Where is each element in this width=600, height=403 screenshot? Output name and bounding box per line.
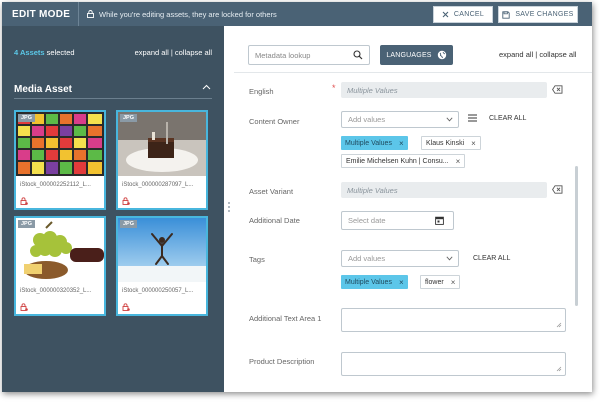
asset-thumbnail: JPG: [16, 218, 104, 282]
toolbar-divider: [234, 72, 592, 73]
asset-card[interactable]: JPG iStock_000000250057_L...: [116, 216, 208, 316]
date-placeholder: Select date: [348, 216, 386, 225]
selection-summary: 4 Assets selected: [14, 48, 75, 57]
asset-thumbnail: JPG: [16, 112, 104, 176]
lock-icon: [87, 10, 94, 18]
tags-tag: flower ×: [420, 275, 461, 289]
content-owner-tag: Klaus Kinski ×: [421, 136, 481, 150]
selection-row: 4 Assets selected expand all | collapse …: [14, 48, 212, 57]
locked-status-icon: [122, 197, 130, 205]
tags-label: Tags: [249, 255, 265, 264]
locked-status-icon: [122, 303, 130, 311]
additional-text-area[interactable]: [341, 308, 566, 332]
expand-collapse-right: expand all | collapse all: [499, 50, 576, 59]
collapse-all-link[interactable]: collapse all: [175, 48, 212, 57]
additional-date-label: Additional Date: [249, 216, 300, 225]
locked-status-icon: [20, 303, 28, 311]
save-label: SAVE CHANGES: [515, 11, 574, 18]
tag-label: Multiple Values: [345, 278, 392, 286]
file-type-badge: JPG: [120, 220, 138, 228]
content-owner-label: Content Owner: [249, 117, 300, 126]
required-marker: *: [332, 83, 336, 93]
asset-card[interactable]: JPG iStock_000000320352_L...: [14, 216, 106, 316]
collapse-all-link[interactable]: collapse all: [539, 50, 576, 59]
expand-all-link[interactable]: expand all: [499, 50, 533, 59]
selected-count: 4 Assets: [14, 48, 45, 57]
asset-thumbnail: JPG: [118, 218, 206, 282]
tags-placeholder: Add values: [348, 254, 386, 263]
asset-panel: 4 Assets selected expand all | collapse …: [2, 26, 224, 392]
remove-tag-icon[interactable]: ×: [451, 278, 456, 287]
asset-card[interactable]: JPG iStock_000000287097_L...: [116, 110, 208, 210]
content-owner-clear-all[interactable]: CLEAR ALL: [489, 115, 526, 122]
english-label: English: [249, 87, 274, 96]
cancel-label: CANCEL: [453, 11, 485, 18]
languages-button[interactable]: LANGUAGES: [380, 45, 453, 65]
languages-label: LANGUAGES: [386, 51, 432, 59]
eraser-icon[interactable]: [552, 85, 563, 94]
file-type-badge: JPG: [18, 220, 36, 228]
edit-mode-window: EDIT MODE While you're editing assets, t…: [2, 2, 592, 392]
globe-icon: [437, 50, 446, 60]
tags-input[interactable]: Add values: [341, 250, 459, 267]
list-icon[interactable]: [468, 114, 477, 122]
eraser-icon[interactable]: [552, 185, 563, 194]
chevron-down-icon[interactable]: [446, 256, 453, 261]
resize-grip-icon[interactable]: [556, 366, 562, 372]
expand-collapse-left: expand all | collapse all: [135, 48, 212, 57]
expand-all-link[interactable]: expand all: [135, 48, 169, 57]
remove-tag-icon[interactable]: ×: [456, 157, 461, 166]
tags-tag: Multiple Values ×: [341, 275, 408, 289]
content-owner-input[interactable]: Add values: [341, 111, 459, 128]
tags-clear-all[interactable]: CLEAR ALL: [473, 255, 510, 262]
save-changes-button[interactable]: SAVE CHANGES: [498, 6, 578, 23]
tag-label: Multiple Values: [345, 139, 392, 147]
asset-thumbnail: JPG: [118, 112, 206, 176]
section-divider: [14, 98, 212, 99]
lock-notice: While you're editing assets, they are lo…: [79, 10, 277, 19]
product-description-textarea[interactable]: [341, 352, 566, 376]
asset-filename: iStock_000000250057_L...: [122, 288, 194, 294]
asset-filename: iStock_000002252112_L...: [20, 182, 91, 188]
asset-variant-label: Asset Variant: [249, 187, 294, 196]
asset-filename: iStock_000000320352_L...: [20, 288, 92, 294]
asset-variant-field[interactable]: Multiple Values: [341, 182, 547, 198]
resize-grip-icon[interactable]: [556, 322, 562, 328]
content-owner-placeholder: Add values: [348, 115, 386, 124]
english-field[interactable]: Multiple Values: [341, 82, 547, 98]
calendar-icon[interactable]: [435, 216, 444, 225]
additional-date-input[interactable]: Select date: [341, 211, 454, 230]
file-type-badge: JPG: [18, 114, 36, 122]
remove-tag-icon[interactable]: ×: [399, 139, 404, 148]
metadata-panel: Metadata lookup LANGUAGES expand all | c…: [234, 26, 592, 392]
asset-filename: iStock_000000287097_L...: [122, 182, 194, 188]
asset-card[interactable]: JPG iStock_000002252112_L...: [14, 110, 106, 210]
tag-label: Klaus Kinski: [426, 139, 465, 147]
tag-label: Emilie Michelsen Kuhn | Consu...: [346, 157, 449, 165]
tag-label: flower: [425, 278, 444, 286]
vertical-scrollbar[interactable]: [575, 166, 578, 306]
search-icon[interactable]: [353, 50, 363, 60]
selected-suffix: selected: [44, 48, 75, 57]
media-asset-title: Media Asset: [14, 84, 72, 95]
content-owner-tag: Emilie Michelsen Kuhn | Consu... ×: [341, 154, 466, 168]
chevron-up-icon[interactable]: [202, 84, 211, 90]
save-icon: [502, 10, 510, 19]
close-icon: [442, 11, 449, 18]
locked-status-icon: [20, 197, 28, 205]
top-bar: EDIT MODE While you're editing assets, t…: [2, 2, 592, 26]
file-type-badge: JPG: [120, 114, 138, 122]
product-description-label: Product Description: [249, 357, 315, 366]
metadata-search-input[interactable]: Metadata lookup: [248, 45, 370, 65]
remove-tag-icon[interactable]: ×: [471, 139, 476, 148]
search-placeholder: Metadata lookup: [255, 50, 311, 60]
chevron-down-icon[interactable]: [446, 117, 453, 122]
cancel-button[interactable]: CANCEL: [433, 6, 493, 23]
additional-text-area-label: Additional Text Area 1: [249, 314, 322, 323]
remove-tag-icon[interactable]: ×: [399, 278, 404, 287]
content-owner-tag: Multiple Values ×: [341, 136, 408, 150]
lock-message: While you're editing assets, they are lo…: [99, 9, 277, 19]
panel-resize-handle[interactable]: [228, 202, 231, 214]
mode-title: EDIT MODE: [12, 8, 71, 20]
